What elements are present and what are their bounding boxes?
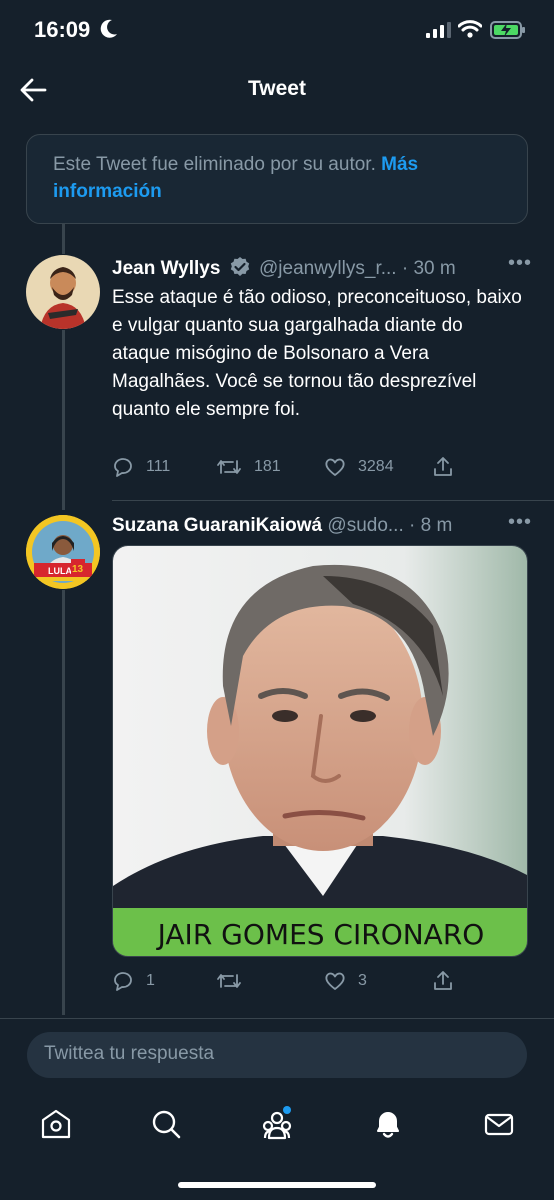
deleted-tweet-notice: Este Tweet fue eliminado por su autor. M… (26, 134, 528, 224)
messages-icon (484, 1113, 514, 1136)
avatar-suzana[interactable]: LULA 13 (26, 515, 100, 589)
share-button[interactable] (432, 970, 454, 992)
tab-messages[interactable] (479, 1104, 519, 1144)
verified-badge-icon (230, 257, 249, 276)
divider (0, 1018, 554, 1019)
image-caption: JAIR GOMES CIRONARO (156, 918, 485, 951)
divider (112, 500, 554, 501)
tweet-time: · 8 m (409, 515, 453, 536)
home-icon (41, 1109, 71, 1139)
communities-icon (262, 1106, 292, 1140)
tweet-header: Jean Wyllys @jeanwyllys_r... · 30 m ••• (112, 252, 532, 282)
tweet-time: · 30 m (401, 258, 456, 279)
signal-icon (426, 22, 451, 38)
share-button[interactable] (432, 456, 454, 478)
tab-notifications[interactable] (368, 1104, 408, 1144)
thread-line (62, 224, 65, 254)
more-options-icon[interactable]: ••• (508, 511, 532, 534)
reply-input[interactable]: Twittea tu respuesta (27, 1032, 527, 1078)
like-count: 3284 (358, 458, 394, 475)
home-indicator (178, 1182, 376, 1188)
tweet-text: Esse ataque é tão odioso, preconceituoso… (112, 287, 522, 420)
retweet-button[interactable]: 181 (216, 456, 281, 478)
status-bar: 16:09 (0, 0, 554, 60)
thread-line (62, 590, 65, 1015)
tweet-header: Suzana GuaraniKaiowá @sudo... · 8 m ••• (112, 511, 532, 541)
retweet-icon (217, 460, 241, 474)
portrait-image: JAIR GOMES CIRONARO (113, 546, 527, 956)
retweet-button[interactable] (216, 970, 254, 992)
tweet-actions: 1 3 (112, 970, 532, 1000)
moon-icon (100, 19, 117, 38)
battery-charging-icon (490, 21, 525, 39)
notifications-icon (377, 1112, 399, 1138)
reply-count: 111 (146, 458, 171, 475)
tweet-actions: 111 181 3284 (112, 456, 532, 486)
reply-count: 1 (146, 972, 155, 989)
like-count: 3 (358, 972, 367, 989)
tweet-image[interactable]: JAIR GOMES CIRONARO (112, 545, 528, 957)
avatar-badge-text: LULA (48, 566, 72, 576)
status-time: 16:09 (34, 17, 91, 42)
more-options-icon[interactable]: ••• (508, 252, 532, 275)
retweet-count: 181 (254, 458, 281, 475)
reply-button[interactable]: 1 (112, 970, 155, 992)
share-icon (434, 457, 452, 476)
reply-icon (114, 458, 132, 477)
header: Tweet (0, 60, 554, 118)
reply-button[interactable]: 111 (112, 456, 170, 478)
author-handle[interactable]: @jeanwyllys_r... (259, 258, 397, 279)
tab-home[interactable] (36, 1104, 76, 1144)
author-name[interactable]: Jean Wyllys (112, 258, 220, 279)
heart-icon (325, 972, 345, 990)
avatar-badge-number: 13 (72, 564, 84, 575)
like-button[interactable]: 3 (324, 970, 367, 992)
wifi-icon (458, 20, 482, 38)
like-button[interactable]: 3284 (324, 456, 394, 478)
tab-search[interactable] (146, 1104, 186, 1144)
thread-line (62, 330, 65, 510)
author-handle[interactable]: @sudo... (327, 515, 403, 536)
deleted-notice-text: Este Tweet fue eliminado por su autor. (53, 154, 376, 175)
heart-icon (325, 458, 345, 476)
notification-dot (283, 1106, 291, 1114)
tab-communities[interactable] (257, 1104, 297, 1144)
author-name[interactable]: Suzana GuaraniKaiowá (112, 515, 322, 536)
reply-icon (114, 972, 132, 991)
avatar-jean-wyllys[interactable] (26, 255, 100, 329)
page-title: Tweet (248, 77, 306, 100)
search-icon (152, 1110, 181, 1139)
retweet-icon (217, 974, 241, 988)
share-icon (434, 971, 452, 990)
